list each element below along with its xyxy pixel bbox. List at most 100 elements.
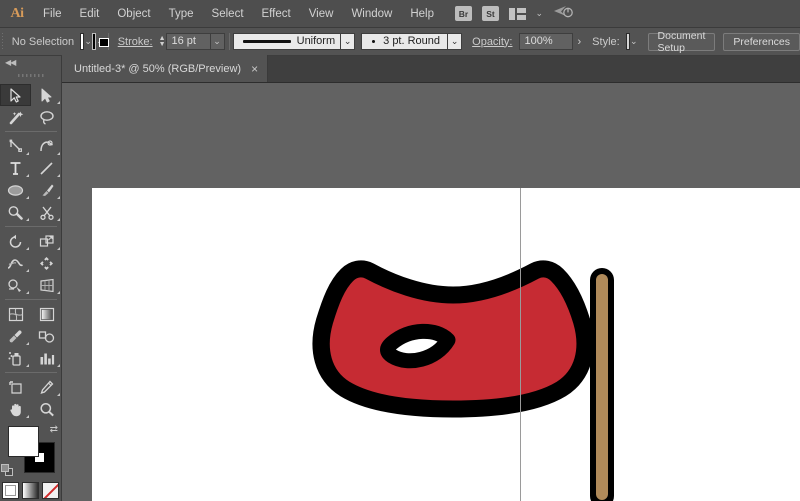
style-chevron-icon[interactable]: ⌄ xyxy=(630,33,638,50)
hand-tool[interactable] xyxy=(0,398,31,420)
red-masquerade-mask[interactable] xyxy=(92,188,800,501)
preferences-button[interactable]: Preferences xyxy=(723,33,800,51)
document-tab[interactable]: Untitled-3* @ 50% (RGB/Preview) × xyxy=(62,55,268,82)
none-mode-button[interactable] xyxy=(42,482,59,499)
brush-definition-chevron-icon[interactable]: ⌄ xyxy=(447,33,462,50)
style-label: Style: xyxy=(586,36,626,48)
more-options-arrow-icon[interactable]: › xyxy=(573,36,587,48)
brush-preview-icon xyxy=(367,33,381,50)
flyout-indicator-icon xyxy=(26,247,29,250)
line-segment-tool[interactable] xyxy=(31,157,62,179)
gradient-tool[interactable] xyxy=(31,303,62,325)
lasso-tool[interactable] xyxy=(31,106,62,128)
artboard-tool[interactable] xyxy=(0,376,31,398)
brush-definition-field[interactable]: 3 pt. Round xyxy=(361,33,447,50)
selection-tool[interactable] xyxy=(0,84,31,106)
shaper-tool[interactable] xyxy=(0,201,31,223)
stroke-swatch[interactable] xyxy=(92,33,96,50)
rotate-tool[interactable] xyxy=(0,230,31,252)
tools-panel: ◀◀ xyxy=(0,56,62,501)
menu-view[interactable]: View xyxy=(300,0,343,28)
close-icon[interactable]: × xyxy=(251,63,258,75)
gradient-mode-button[interactable] xyxy=(22,482,39,499)
menu-effect[interactable]: Effect xyxy=(253,0,300,28)
flyout-indicator-icon xyxy=(26,291,29,294)
document-setup-button[interactable]: Document Setup xyxy=(648,33,716,51)
stroke-weight-combo[interactable]: 16 pt ⌄ xyxy=(166,33,225,50)
fill-dropdown-chevron-icon[interactable]: ⌄ xyxy=(84,33,92,50)
menu-type[interactable]: Type xyxy=(160,0,203,28)
flyout-indicator-icon xyxy=(57,196,60,199)
zoom-tool[interactable] xyxy=(31,398,62,420)
stroke-profile-chevron-icon[interactable]: ⌄ xyxy=(340,33,355,50)
symbol-sprayer-tool[interactable] xyxy=(0,347,31,369)
bridge-icon[interactable]: Br xyxy=(455,6,472,21)
pen-tool[interactable] xyxy=(0,135,31,157)
menu-window[interactable]: Window xyxy=(342,0,401,28)
flyout-indicator-icon xyxy=(26,342,29,345)
color-mode-buttons xyxy=(0,482,61,499)
cc-sync-icon[interactable] xyxy=(553,4,573,23)
direct-selection-tool[interactable] xyxy=(31,84,62,106)
menu-object[interactable]: Object xyxy=(108,0,159,28)
fill-stroke-controls: ⇄ xyxy=(0,424,62,480)
flyout-indicator-icon xyxy=(26,152,29,155)
canvas-area[interactable] xyxy=(62,83,800,501)
scissors-tool[interactable] xyxy=(31,201,62,223)
magic-wand-tool[interactable] xyxy=(0,106,31,128)
divider xyxy=(5,226,57,227)
divider xyxy=(5,131,57,132)
eyedropper-tool[interactable] xyxy=(0,325,31,347)
tools-panel-collapse-button[interactable]: ◀◀ xyxy=(0,56,61,69)
flyout-indicator-icon xyxy=(57,101,60,104)
divider xyxy=(5,372,57,373)
menu-file[interactable]: File xyxy=(34,0,71,28)
artboard[interactable] xyxy=(92,188,800,501)
width-tool[interactable] xyxy=(0,252,31,274)
opacity-label[interactable]: Opacity: xyxy=(466,36,518,48)
menu-help[interactable]: Help xyxy=(401,0,443,28)
color-mode-button[interactable] xyxy=(2,482,19,499)
paintbrush-tool[interactable] xyxy=(31,179,62,201)
slice-tool[interactable] xyxy=(31,376,62,398)
type-tool[interactable] xyxy=(0,157,31,179)
opacity-input[interactable]: 100% xyxy=(519,33,573,50)
flyout-indicator-icon xyxy=(57,291,60,294)
tool-grid xyxy=(0,84,62,420)
swap-fill-stroke-icon[interactable]: ⇄ xyxy=(50,424,58,435)
workspace-layout-icon[interactable] xyxy=(509,8,526,20)
stroke-profile-combo[interactable]: Uniform ⌄ xyxy=(233,33,356,50)
menu-select[interactable]: Select xyxy=(203,0,253,28)
free-transform-tool[interactable] xyxy=(31,252,62,274)
stroke-profile-preview-icon xyxy=(239,33,295,50)
stroke-weight-input[interactable]: 16 pt xyxy=(166,33,210,50)
brush-definition-combo[interactable]: 3 pt. Round ⌄ xyxy=(361,33,462,50)
stroke-weight-chevron-icon[interactable]: ⌄ xyxy=(210,33,225,50)
control-bar-grip[interactable] xyxy=(2,33,3,51)
menu-bar-right-tools: Br St ⌄ xyxy=(455,4,573,23)
toolpanel-fill-swatch[interactable] xyxy=(8,426,39,457)
stroke-weight-stepper[interactable]: ▲▼ xyxy=(159,33,166,50)
default-fill-stroke-icon[interactable] xyxy=(1,464,14,477)
perspective-grid-tool[interactable] xyxy=(31,274,62,296)
blend-tool[interactable] xyxy=(31,325,62,347)
flyout-indicator-icon xyxy=(26,364,29,367)
flyout-indicator-icon xyxy=(57,174,60,177)
tools-panel-grip[interactable] xyxy=(18,70,44,81)
ellipse-tool[interactable] xyxy=(0,179,31,201)
mesh-tool[interactable] xyxy=(0,303,31,325)
control-bar: No Selection ⌄ ⌄ Stroke: ▲▼ 16 pt ⌄ Unif… xyxy=(0,28,800,56)
stroke-profile-field[interactable]: Uniform xyxy=(233,33,341,50)
mask-eye-hole xyxy=(388,331,449,360)
flyout-indicator-icon xyxy=(57,218,60,221)
stroke-weight-label[interactable]: Stroke: xyxy=(112,36,159,48)
flyout-indicator-icon xyxy=(57,364,60,367)
stock-icon[interactable]: St xyxy=(482,6,499,21)
scale-tool[interactable] xyxy=(31,230,62,252)
chevron-down-icon[interactable]: ⌄ xyxy=(536,8,544,19)
divider xyxy=(5,299,57,300)
column-graph-tool[interactable] xyxy=(31,347,62,369)
curvature-tool[interactable] xyxy=(31,135,62,157)
menu-edit[interactable]: Edit xyxy=(71,0,109,28)
shape-builder-tool[interactable] xyxy=(0,274,31,296)
